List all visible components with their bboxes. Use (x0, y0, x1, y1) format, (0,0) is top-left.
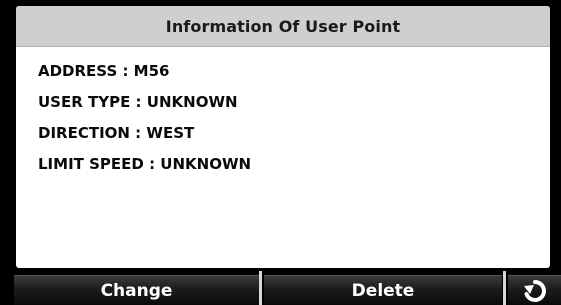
panel-header: Information Of User Point (16, 6, 550, 47)
limit-speed-row: LIMIT SPEED : UNKNOWN (38, 155, 252, 173)
softkey-divider (259, 271, 262, 305)
back-button[interactable] (508, 275, 561, 305)
device-screen: Information Of User Point ADDRESS : M56 … (0, 0, 561, 305)
user-point-info-panel: Information Of User Point ADDRESS : M56 … (16, 6, 550, 268)
change-button-label: Change (100, 280, 173, 301)
delete-button-label: Delete (351, 280, 415, 301)
info-list: ADDRESS : M56 USER TYPE : UNKNOWN DIRECT… (38, 61, 251, 185)
user-type-row: USER TYPE : UNKNOWN (38, 93, 238, 111)
direction-row: DIRECTION : WEST (38, 124, 195, 142)
panel-title: Information Of User Point (165, 16, 401, 36)
softkey-divider (503, 271, 506, 305)
softkey-bar: Change Delete (0, 271, 561, 305)
back-arrow-icon (522, 278, 548, 304)
address-row: ADDRESS : M56 (38, 62, 170, 80)
change-button[interactable]: Change (14, 275, 259, 305)
delete-button[interactable]: Delete (264, 275, 502, 305)
